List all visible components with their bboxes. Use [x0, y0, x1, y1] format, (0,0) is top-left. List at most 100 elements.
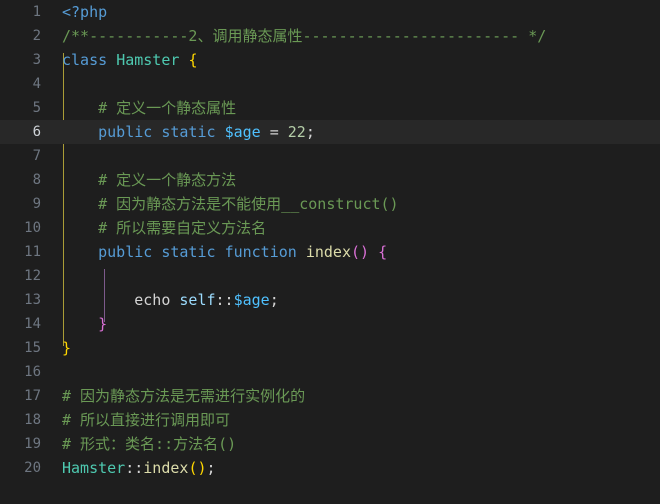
line-number[interactable]: 11: [0, 240, 41, 264]
line-number[interactable]: 13: [0, 288, 41, 312]
code-token: (): [351, 243, 370, 261]
code-line[interactable]: 3 class Hamster {: [0, 48, 660, 72]
line-content[interactable]: # 所以需要自定义方法名: [62, 216, 660, 240]
line-content[interactable]: Hamster::index();: [62, 456, 660, 480]
code-token: # 形式：类名::方法名(): [62, 435, 237, 453]
code-line[interactable]: 1 <?php: [0, 0, 660, 24]
line-number[interactable]: 2: [0, 24, 41, 48]
line-content[interactable]: }: [62, 336, 660, 360]
code-token: ;: [269, 291, 279, 309]
line-number[interactable]: 20: [0, 456, 41, 480]
code-token: # 定义一个静态方法: [62, 171, 237, 189]
code-line[interactable]: 5 # 定义一个静态属性: [0, 96, 660, 120]
code-token: self: [179, 291, 216, 309]
line-number[interactable]: 7: [0, 144, 41, 168]
line-number[interactable]: 3: [0, 48, 41, 72]
code-token: ;: [206, 459, 216, 477]
line-number[interactable]: 4: [0, 72, 41, 96]
code-token: /**-----------2、调用静态属性------------------…: [62, 27, 547, 45]
code-line[interactable]: 17 # 因为静态方法是无需进行实例化的: [0, 384, 660, 408]
code-token: Hamster: [62, 459, 126, 477]
line-content[interactable]: echo self::$age;: [62, 288, 660, 312]
line-number[interactable]: 8: [0, 168, 41, 192]
code-token: }: [98, 315, 108, 333]
code-token: Hamster: [116, 51, 180, 69]
code-token: 22: [287, 123, 306, 141]
line-number[interactable]: 16: [0, 360, 41, 384]
code-token: # 所以需要自定义方法名: [62, 219, 267, 237]
code-line[interactable]: 2 /**-----------2、调用静态属性-----------------…: [0, 24, 660, 48]
code-line[interactable]: 13 echo self::$age;: [0, 288, 660, 312]
code-line[interactable]: 4: [0, 72, 660, 96]
line-number[interactable]: 12: [0, 264, 41, 288]
code-token: $age: [233, 291, 270, 309]
line-number[interactable]: 10: [0, 216, 41, 240]
line-content[interactable]: public static $age = 22;: [62, 120, 660, 144]
line-number[interactable]: 15: [0, 336, 41, 360]
code-token: }: [62, 339, 72, 357]
line-number[interactable]: 9: [0, 192, 41, 216]
code-token: <?php: [62, 3, 108, 21]
code-line[interactable]: 16: [0, 360, 660, 384]
code-line[interactable]: 15}: [0, 336, 660, 360]
line-content[interactable]: <?php: [62, 0, 660, 24]
line-content[interactable]: class Hamster {: [62, 48, 660, 72]
code-token: index: [143, 459, 189, 477]
line-number[interactable]: 17: [0, 384, 41, 408]
code-token: function: [224, 243, 297, 261]
line-number[interactable]: 1: [0, 0, 41, 24]
code-line[interactable]: 8 # 定义一个静态方法: [0, 168, 660, 192]
code-token: # 所以直接进行调用即可: [62, 411, 231, 429]
line-content[interactable]: }: [62, 312, 660, 336]
line-content[interactable]: # 定义一个静态方法: [62, 168, 660, 192]
line-content[interactable]: # 定义一个静态属性: [62, 96, 660, 120]
code-token: {: [378, 243, 388, 261]
line-content[interactable]: # 因为静态方法是不能使用__construct(): [62, 192, 660, 216]
code-line[interactable]: 14 }: [0, 312, 660, 336]
code-token: ::: [125, 459, 144, 477]
code-token: # 因为静态方法是无需进行实例化的: [62, 387, 306, 405]
code-token: $age: [224, 123, 261, 141]
code-token: static: [161, 243, 216, 261]
code-line[interactable]: 20 Hamster::index();: [0, 456, 660, 480]
code-line[interactable]: 19 # 形式：类名::方法名(): [0, 432, 660, 456]
line-number[interactable]: 6: [0, 120, 41, 144]
code-line[interactable]: 6 public static $age = 22;: [0, 120, 660, 144]
code-line[interactable]: 7: [0, 144, 660, 168]
code-token: =: [260, 123, 288, 141]
line-content[interactable]: # 所以直接进行调用即可: [62, 408, 660, 432]
code-editor-viewport[interactable]: 1 <?php 2 /**-----------2、调用静态属性-----------…: [0, 0, 660, 504]
code-token: public: [98, 123, 153, 141]
line-content[interactable]: # 形式：类名::方法名(): [62, 432, 660, 456]
line-content[interactable]: /**-----------2、调用静态属性------------------…: [62, 24, 660, 48]
line-number[interactable]: 19: [0, 432, 41, 456]
code-token: static: [161, 123, 216, 141]
code-lines[interactable]: 1 <?php 2 /**-----------2、调用静态属性-----------…: [0, 0, 660, 480]
code-line[interactable]: 18 # 所以直接进行调用即可: [0, 408, 660, 432]
code-line[interactable]: 10 # 所以需要自定义方法名: [0, 216, 660, 240]
code-line[interactable]: 11 public static function index() {: [0, 240, 660, 264]
code-line[interactable]: 12: [0, 264, 660, 288]
code-token: {: [188, 51, 198, 69]
line-content[interactable]: public static function index() {: [62, 240, 660, 264]
code-token: public: [98, 243, 153, 261]
code-token: class: [62, 51, 108, 69]
line-number[interactable]: 5: [0, 96, 41, 120]
line-content[interactable]: # 因为静态方法是无需进行实例化的: [62, 384, 660, 408]
code-token: # 定义一个静态属性: [62, 99, 237, 117]
line-number[interactable]: 14: [0, 312, 41, 336]
code-token: # 因为静态方法是不能使用__construct(): [62, 195, 399, 213]
code-token: echo: [134, 291, 171, 309]
code-token: ;: [305, 123, 315, 141]
code-line[interactable]: 9 # 因为静态方法是不能使用__construct(): [0, 192, 660, 216]
line-number[interactable]: 18: [0, 408, 41, 432]
